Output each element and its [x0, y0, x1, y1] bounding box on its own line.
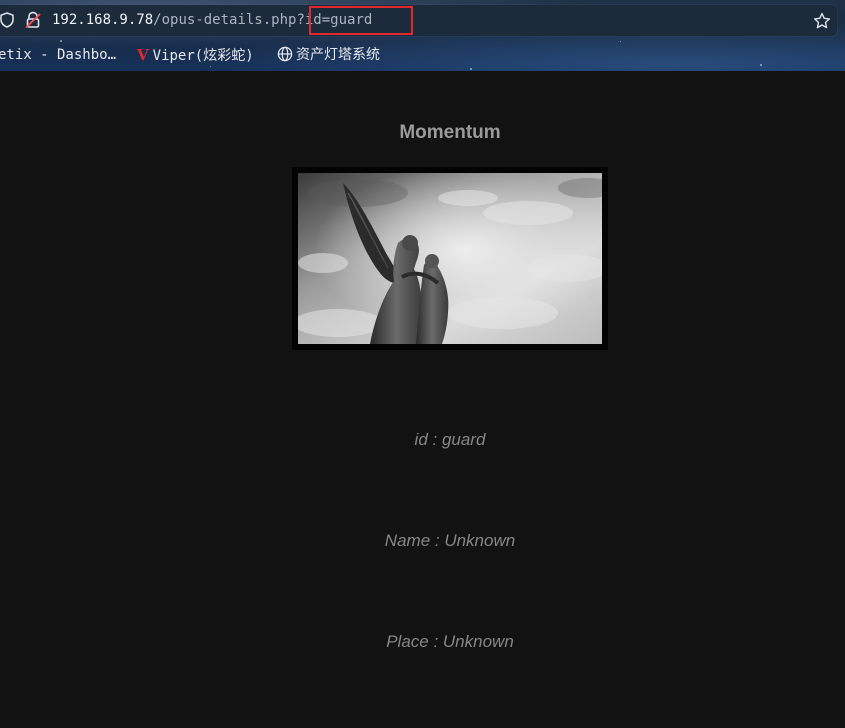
bookmark-label: etix - Dashbo… — [0, 47, 117, 63]
bookmark-asset-lighthouse[interactable]: 资产灯塔系统 — [277, 44, 380, 66]
detail-place: Place : Unknown — [386, 632, 514, 651]
detail-id: id : guard — [414, 430, 486, 449]
bookmark-viper[interactable]: V Viper(炫彩蛇) — [137, 44, 254, 66]
url-path: /opus-details.php — [153, 12, 297, 28]
bookmark-label: Viper(炫彩蛇) — [152, 48, 254, 64]
bookmark-label: 资产灯塔系统 — [296, 47, 380, 63]
bookmark-dashboard[interactable]: etix - Dashbo… — [0, 44, 116, 66]
shield-icon[interactable] — [0, 12, 14, 32]
photo-frame — [292, 167, 608, 350]
detail-name: Name : Unknown — [384, 531, 516, 550]
bookmarks-bar: etix - Dashbo… V Viper(炫彩蛇) 资产灯塔系统 — [0, 44, 845, 66]
angel-statue-photo — [298, 173, 602, 344]
page-title: Momentum — [399, 122, 501, 143]
browser-toolbar: 192.168.9.78/opus-details.php?id=guard e… — [0, 0, 845, 71]
insecure-lock-icon[interactable] — [25, 11, 41, 33]
bookmark-star-icon[interactable] — [813, 12, 831, 34]
viper-logo-icon: V — [137, 46, 149, 64]
url-query-highlight-box — [309, 6, 413, 35]
globe-icon — [277, 46, 293, 69]
url-host: 192.168.9.78 — [52, 12, 154, 28]
